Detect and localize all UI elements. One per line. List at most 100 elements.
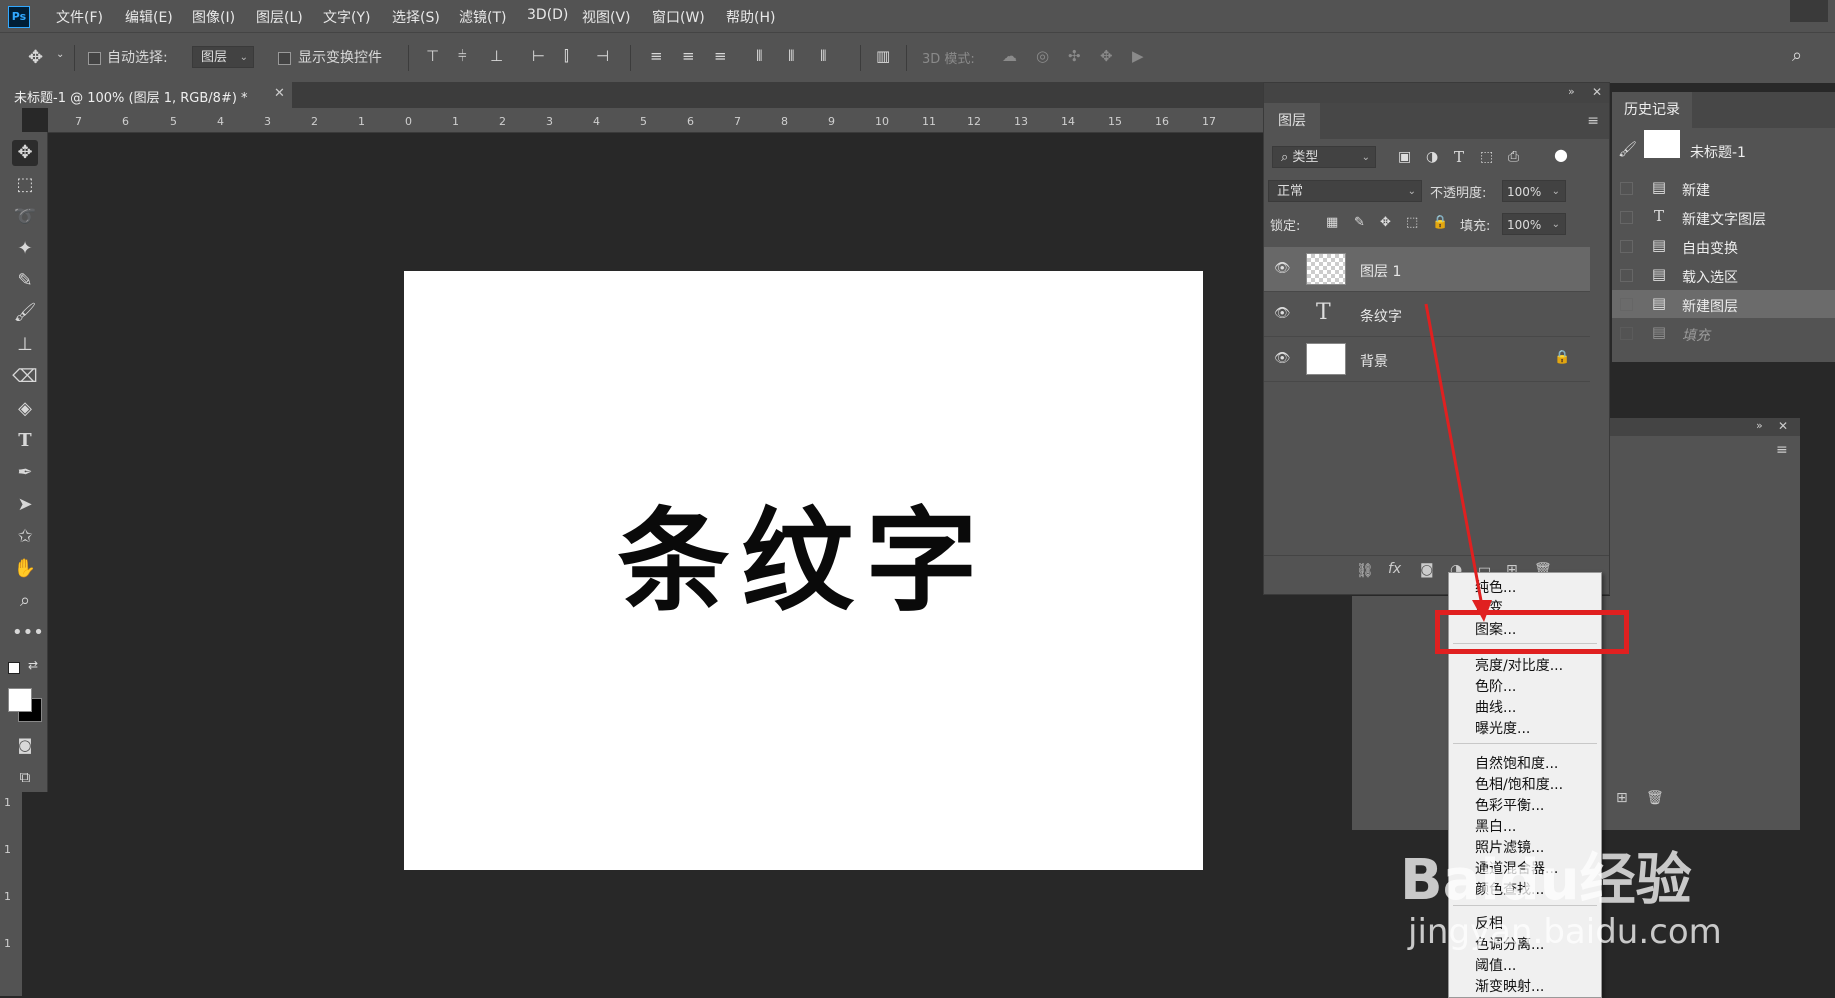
history-item[interactable]: ▤ 新建图层 xyxy=(1612,290,1835,318)
distribute-left-icon[interactable]: ⦀ xyxy=(756,47,763,65)
menu-3d[interactable]: 3D(D) xyxy=(527,7,568,23)
show-transform-checkbox[interactable] xyxy=(278,52,291,65)
marquee-tool-icon[interactable]: ⬚ xyxy=(12,172,38,198)
lock-all-icon[interactable]: 🔒 xyxy=(1432,215,1448,230)
path-select-tool-icon[interactable]: ➤ xyxy=(12,492,38,518)
eye-icon[interactable]: 👁 xyxy=(1274,306,1291,322)
menu-file[interactable]: 文件(F) xyxy=(56,7,103,27)
lock-position-icon[interactable]: ✥ xyxy=(1380,215,1391,230)
menu-window[interactable]: 窗口(W) xyxy=(652,7,705,27)
layer-filter-dropdown[interactable]: ⌕ 类型 ⌄ xyxy=(1272,146,1376,168)
layer-row[interactable]: 👁 图层 1 xyxy=(1264,247,1590,292)
history-checkbox[interactable] xyxy=(1620,269,1633,282)
menu-type[interactable]: 文字(Y) xyxy=(323,7,370,27)
swap-colors-icon[interactable]: ⇄ xyxy=(28,658,38,672)
chevron-down-icon[interactable]: ⌄ xyxy=(56,49,64,60)
move-tool-icon[interactable]: ✥ xyxy=(12,140,38,166)
panel-menu-icon[interactable]: ≡ xyxy=(1776,442,1788,458)
menu-item-hue-saturation[interactable]: 色相/饱和度... xyxy=(1475,774,1563,794)
fill-field[interactable]: 100% ⌄ xyxy=(1502,213,1566,235)
document-tab[interactable]: 未标题-1 @ 100% (图层 1, RGB/8#) * ✕ xyxy=(0,82,292,108)
close-icon[interactable]: ✕ xyxy=(1778,419,1788,433)
search-icon[interactable]: ⌕ xyxy=(1792,45,1802,66)
menu-layer[interactable]: 图层(L) xyxy=(256,7,303,27)
align-left-icon[interactable]: ⊢ xyxy=(532,47,545,65)
document-canvas[interactable]: 条纹字 xyxy=(404,271,1203,870)
history-item[interactable]: ▤ 填充 xyxy=(1612,319,1835,347)
align-hcenter-icon[interactable]: ⫿ xyxy=(564,47,569,65)
3d-slide-icon[interactable]: ✥ xyxy=(1100,47,1113,65)
lock-transparent-icon[interactable]: ▦ xyxy=(1326,215,1338,230)
history-checkbox[interactable] xyxy=(1620,240,1633,253)
history-checkbox[interactable] xyxy=(1620,298,1633,311)
align-bottom-icon[interactable]: ⊥ xyxy=(490,47,503,65)
eyedropper-tool-icon[interactable]: ✎ xyxy=(12,268,38,294)
menu-item-vibrance[interactable]: 自然饱和度... xyxy=(1475,753,1558,773)
eye-icon[interactable]: 👁 xyxy=(1274,351,1291,367)
filter-shape-icon[interactable]: ⬚ xyxy=(1480,149,1493,165)
eraser-tool-icon[interactable]: ⌫ xyxy=(12,364,38,390)
history-checkbox[interactable] xyxy=(1620,211,1633,224)
history-item[interactable]: ▤ 自由变换 xyxy=(1612,232,1835,260)
minimize-button[interactable] xyxy=(1790,0,1828,22)
history-item[interactable]: T 新建文字图层 xyxy=(1612,203,1835,231)
filter-type-icon[interactable]: T xyxy=(1454,148,1464,166)
align-top-icon[interactable]: ⊤ xyxy=(426,47,439,65)
type-tool-icon[interactable]: T xyxy=(12,428,38,454)
history-checkbox[interactable] xyxy=(1620,327,1633,340)
distribute-vcenter-icon[interactable]: ≡ xyxy=(682,47,695,65)
menu-help[interactable]: 帮助(H) xyxy=(726,7,775,27)
3d-pan-icon[interactable]: ✣ xyxy=(1068,47,1081,65)
lock-artboard-icon[interactable]: ⬚ xyxy=(1406,215,1418,230)
menu-select[interactable]: 选择(S) xyxy=(392,7,440,27)
filter-smart-object-icon[interactable]: ⎙ xyxy=(1508,149,1519,165)
lock-brush-icon[interactable]: ✎ xyxy=(1354,215,1365,230)
collapse-icon[interactable]: » xyxy=(1756,419,1763,432)
menu-item-exposure[interactable]: 曝光度... xyxy=(1475,718,1530,738)
foreground-color-swatch[interactable] xyxy=(8,688,32,712)
filter-adjustment-icon[interactable]: ◑ xyxy=(1426,149,1438,165)
3d-scale-icon[interactable]: ▶ xyxy=(1132,47,1144,65)
trash-icon[interactable]: 🗑 xyxy=(1646,790,1664,806)
default-colors-icon[interactable] xyxy=(8,662,20,674)
eye-icon[interactable]: 👁 xyxy=(1274,261,1291,277)
collapse-icon[interactable]: » xyxy=(1568,85,1575,98)
more-tools-icon[interactable]: ••• xyxy=(12,620,44,646)
blend-mode-dropdown[interactable]: 正常 ⌄ xyxy=(1268,180,1422,202)
menu-item-curves[interactable]: 曲线... xyxy=(1475,697,1516,717)
distribute-right-icon[interactable]: ⦀ xyxy=(820,47,827,65)
align-right-icon[interactable]: ⊣ xyxy=(596,47,609,65)
3d-roll-icon[interactable]: ◎ xyxy=(1036,47,1049,65)
auto-select-dropdown[interactable]: 图层 ⌄ xyxy=(192,46,254,68)
menu-image[interactable]: 图像(I) xyxy=(192,7,235,27)
filter-toggle-icon[interactable]: ● xyxy=(1554,145,1568,164)
tab-layers[interactable]: 图层 xyxy=(1264,103,1320,140)
hand-tool-icon[interactable]: ✋ xyxy=(12,556,38,582)
history-item[interactable]: ▤ 载入选区 xyxy=(1612,261,1835,289)
menu-item-levels[interactable]: 色阶... xyxy=(1475,676,1516,696)
link-layers-icon[interactable]: ⛓ xyxy=(1356,563,1374,579)
distribute-bottom-icon[interactable]: ≡ xyxy=(714,47,727,65)
pen-tool-icon[interactable]: ✒ xyxy=(12,460,38,486)
menu-view[interactable]: 视图(V) xyxy=(582,7,631,27)
menu-edit[interactable]: 编辑(E) xyxy=(125,7,173,27)
distribute-top-icon[interactable]: ≡ xyxy=(650,47,663,65)
close-icon[interactable]: ✕ xyxy=(274,86,285,101)
shape-tool-icon[interactable]: ✩ xyxy=(12,524,38,550)
stamp-tool-icon[interactable]: ⊥ xyxy=(12,332,38,358)
menu-item-gradient-map[interactable]: 渐变映射... xyxy=(1475,976,1544,996)
filter-pixel-icon[interactable]: ▣ xyxy=(1398,149,1411,165)
close-icon[interactable]: ✕ xyxy=(1592,85,1602,99)
zoom-tool-icon[interactable]: ⌕ xyxy=(12,588,38,614)
menu-item-color-balance[interactable]: 色彩平衡... xyxy=(1475,795,1544,815)
brush-tool-icon[interactable]: 🖌 xyxy=(12,300,38,326)
menu-item-black-white[interactable]: 黑白... xyxy=(1475,816,1516,836)
move-tool-icon[interactable]: ✥ xyxy=(28,47,43,68)
history-item[interactable]: ▤ 新建 xyxy=(1612,174,1835,202)
menu-filter[interactable]: 滤镜(T) xyxy=(459,7,506,27)
menu-item-threshold[interactable]: 阈值... xyxy=(1475,955,1516,975)
lasso-tool-icon[interactable]: ➰ xyxy=(12,204,38,230)
auto-select-checkbox[interactable] xyxy=(88,52,101,65)
auto-align-icon[interactable]: ▥ xyxy=(876,47,890,65)
history-checkbox[interactable] xyxy=(1620,182,1633,195)
